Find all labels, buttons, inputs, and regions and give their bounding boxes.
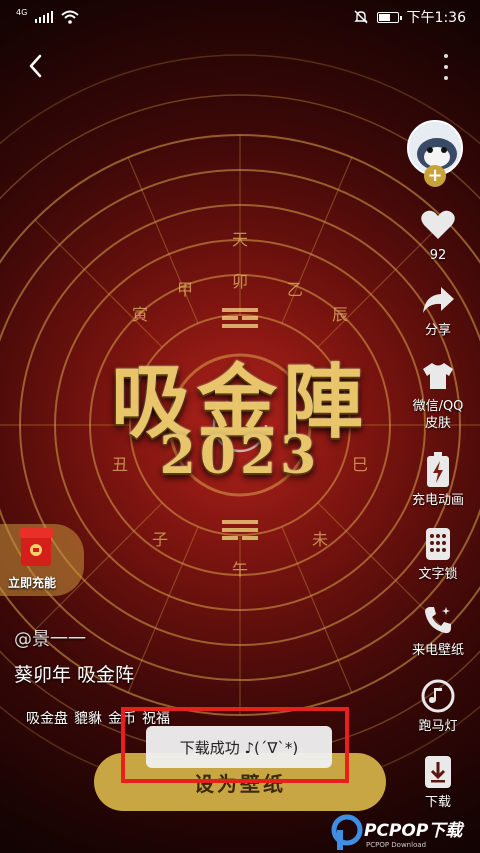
mute-bell-icon [353,10,368,24]
keypad-icon [418,524,458,564]
heart-icon [418,205,458,245]
skin-button[interactable]: 微信/QQ 皮肤 [400,356,476,432]
more-vertical-icon [444,54,448,58]
promo-label[interactable]: 立即充能 [8,574,56,591]
annotation-highlight-box [121,707,349,783]
skin-label: 微信/QQ 皮肤 [412,399,464,431]
tag-item[interactable]: 吸金盘 [26,708,68,728]
status-bar: 4G 下午1:36 [0,0,480,34]
pcpop-watermark-logo: PCPOP下载 PCPOP Download [331,814,465,850]
download-icon [418,752,458,792]
share-label: 分享 [424,323,451,338]
svg-text:天: 天 [232,230,248,249]
battery-charge-icon [418,450,458,490]
call-wallpaper-button[interactable]: 来电壁纸 [400,600,476,659]
tshirt-icon [418,356,458,396]
marquee-button[interactable]: 跑马灯 [400,676,476,735]
svg-text:寅: 寅 [132,305,148,324]
like-button[interactable]: 92 [400,205,476,264]
tag-item[interactable]: 貔貅 [74,708,102,728]
battery-icon [376,11,402,23]
svg-text:甲: 甲 [177,280,193,299]
network-type-indicator: 4G [16,7,28,17]
svg-text:卯: 卯 [232,272,248,291]
call-wallpaper-label: 来电壁纸 [411,643,464,658]
signal-icon [35,11,54,23]
svg-text:PCPOP Download: PCPOP Download [366,841,426,849]
svg-text:乙: 乙 [287,280,303,299]
back-button[interactable] [24,52,48,80]
marquee-disc-icon [418,676,458,716]
marquee-label: 跑马灯 [418,719,458,734]
svg-text:子: 子 [152,530,168,549]
text-lock-label: 文字锁 [418,567,458,582]
chevron-left-icon [29,54,42,78]
like-count: 92 [429,248,447,263]
status-time: 下午1:36 [406,10,466,26]
svg-text:PCPOP下载: PCPOP下载 [364,821,465,841]
svg-text:未: 未 [312,530,328,549]
text-lock-button[interactable]: 文字锁 [400,524,476,583]
wifi-icon [61,10,79,24]
share-arrow-icon [418,280,458,320]
charge-animation-label: 充电动画 [411,493,464,508]
charge-animation-button[interactable]: 充电动画 [400,450,476,509]
phone-icon [418,600,458,640]
more-options-button[interactable] [442,54,450,80]
share-button[interactable]: 分享 [400,280,476,339]
gift-box-icon [19,528,53,566]
follow-button[interactable]: + [424,165,446,187]
download-button[interactable]: 下载 [400,752,476,811]
svg-text:辰: 辰 [332,305,348,324]
svg-text:午: 午 [232,560,248,579]
post-description: 葵卯年 吸金阵 [14,664,135,686]
author-handle[interactable]: @景一一 [14,625,86,651]
